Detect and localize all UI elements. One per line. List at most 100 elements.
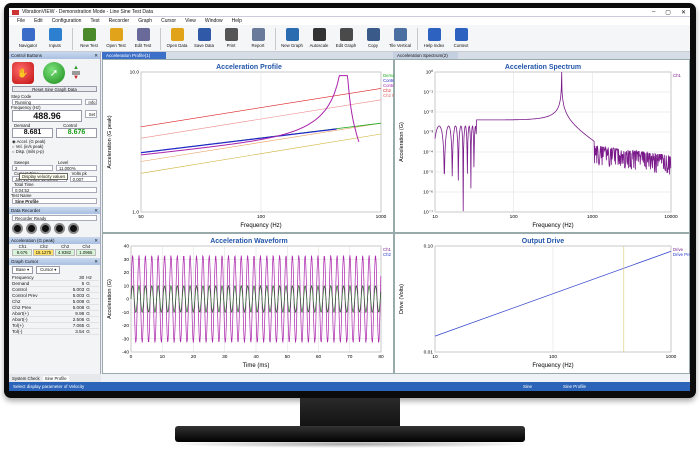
context-button[interactable]: Context <box>448 25 474 51</box>
open-data-button[interactable]: Open Data <box>164 25 190 51</box>
tile-vertical-button[interactable]: Tile Vertical <box>387 25 413 51</box>
print-label: Print <box>226 43 236 48</box>
acceleration-profile-chart[interactable]: Acceleration Profile Frequency (Hz) Accele… <box>103 60 408 234</box>
edit-test-label: Edit Test <box>134 43 152 48</box>
run-button[interactable]: ➚ <box>43 62 65 84</box>
chart-title: Acceleration Waveform <box>210 238 288 245</box>
edit-graph-label: Edit Graph <box>335 43 357 48</box>
velocity-tooltip: Display velocity values <box>19 173 69 180</box>
title-bar: VibrationVIEW - Demonstration Mode - Lin… <box>9 8 690 17</box>
record-button[interactable] <box>12 223 23 234</box>
help-index-button[interactable]: Help Index <box>421 25 447 51</box>
open-data-label: Open Data <box>166 43 188 48</box>
x-tick-label: 10 <box>432 354 438 360</box>
y-tick-label: -30 <box>122 336 129 342</box>
reset-sine-graph-button[interactable]: Reset Sine Graph Data <box>12 86 97 92</box>
menu-view[interactable]: View <box>185 18 196 24</box>
report-button[interactable]: Report <box>245 25 271 51</box>
save-data-button[interactable]: Save Data <box>191 25 217 51</box>
context-label: Context <box>453 43 469 48</box>
x-tick-label: 1000 <box>587 214 598 220</box>
output-drive-chart[interactable]: Output Drive Frequency (Hz) Drive (Volts) 1… <box>395 234 690 375</box>
accel-value: 4.9382 <box>54 249 75 256</box>
base-dropdown[interactable]: Base ▾ <box>12 266 34 274</box>
new-test-button[interactable]: New Test <box>76 25 102 51</box>
toolbar-separator <box>417 28 418 50</box>
tab-acceleration-spectrum[interactable]: Acceleration Spectrum(2) <box>393 52 458 59</box>
menu-graph[interactable]: Graph <box>138 18 152 24</box>
x-tick-label: 50 <box>138 214 144 220</box>
new-graph-button[interactable]: New Graph <box>279 25 305 51</box>
print-button[interactable]: Print <box>218 25 244 51</box>
monitor-stand-base <box>175 426 525 442</box>
menu-test[interactable]: Test <box>90 18 99 24</box>
acceleration-waveform-chart[interactable]: Acceleration Waveform Time (ms) Accelerati… <box>103 234 395 375</box>
x-tick-label: 100 <box>549 354 557 360</box>
menu-configuration[interactable]: Configuration <box>52 18 82 24</box>
stop-button[interactable]: ✋ <box>12 62 34 84</box>
new-test-icon <box>82 28 96 41</box>
copy-label: Copy <box>367 43 379 48</box>
menu-window[interactable]: Window <box>205 18 223 24</box>
open-test-button[interactable]: Open Test <box>103 25 129 51</box>
toolbar-separator <box>72 28 73 50</box>
inputs-button[interactable]: Inputs <box>42 25 68 51</box>
app-logo-icon <box>12 9 19 15</box>
edit-test-button[interactable]: Edit Test <box>130 25 156 51</box>
minimize-button[interactable]: – <box>652 9 655 16</box>
menu-edit[interactable]: Edit <box>34 18 43 24</box>
copy-button[interactable]: Copy <box>360 25 386 51</box>
tab-acceleration-profile[interactable]: Acceleration Profile(1) <box>102 52 166 59</box>
tab-sine-profile[interactable]: Sine Profile <box>42 375 69 381</box>
y-tick-label: 10 <box>124 283 130 289</box>
menu-help[interactable]: Help <box>232 18 242 24</box>
menu-recorder[interactable]: Recorder <box>109 18 130 24</box>
autoscale-button[interactable]: Autoscale <box>306 25 332 51</box>
open-test-icon <box>109 28 123 41</box>
recorder-settings-button[interactable] <box>68 223 79 234</box>
navigator-button[interactable]: Navigator <box>15 25 41 51</box>
close-button[interactable]: ✕ <box>681 9 686 16</box>
level-down-icon[interactable]: ▼ <box>73 75 79 81</box>
inputs-icon <box>48 28 62 41</box>
demand-value: 8.681 <box>12 128 53 138</box>
info-button[interactable]: Info <box>85 99 97 105</box>
displacement-radio[interactable]: ○ Disp. (mils p-p) <box>12 149 97 154</box>
control-value: 8.676 <box>56 128 97 138</box>
status-bar: Select display parameter of Velocity Sin… <box>9 382 690 391</box>
graph-cursor-table: Frequency 30 Hz Demand 5 G Control 5.003 G Contro… <box>11 275 99 335</box>
set-frequency-button[interactable]: Set <box>85 110 97 118</box>
toolbar-separator <box>275 28 276 50</box>
cursor-cell: G <box>85 328 99 335</box>
window-title: VibrationVIEW - Demonstration Mode - Lin… <box>22 9 153 15</box>
y-tick-label: 0 <box>126 297 129 303</box>
cursor-cell: 3.54 <box>60 328 86 335</box>
tab-system-check[interactable]: System Check <box>12 376 40 381</box>
y-axis-label: Acceleration (G peak) <box>107 115 113 168</box>
save-data-label: Save Data <box>193 43 215 48</box>
x-tick-label: 10 <box>160 354 166 360</box>
edit-graph-button[interactable]: Edit Graph <box>333 25 359 51</box>
accel-table-header: Acceleration (G peak) ✕ <box>9 237 100 244</box>
report-icon <box>251 28 265 41</box>
cursor-dropdown[interactable]: Cursor ▾ <box>36 266 61 274</box>
y-tick-label: -40 <box>122 350 129 356</box>
accel-value: 1.0965 <box>75 249 96 256</box>
menu-cursor[interactable]: Cursor <box>161 18 176 24</box>
save-data-icon <box>197 28 211 41</box>
maximize-button[interactable]: ▢ <box>665 9 671 16</box>
monitor-stand-neck <box>300 398 400 428</box>
acceleration-spectrum-chart[interactable]: Acceleration Spectrum Frequency (Hz) Accel… <box>395 60 690 234</box>
record-pause-button[interactable] <box>40 223 51 234</box>
y-axis-label: Acceleration (G) <box>107 279 113 319</box>
tile-vertical-icon <box>393 28 407 41</box>
y-tick-label: 20 <box>124 270 130 276</box>
menu-file[interactable]: File <box>17 18 25 24</box>
stop-record-button[interactable] <box>26 223 37 234</box>
x-axis-label: Time (ms) <box>243 363 270 369</box>
record-once-button[interactable] <box>54 223 65 234</box>
x-tick-label: 70 <box>347 354 353 360</box>
data-recorder-header: Data Recorder ✕ <box>9 207 100 214</box>
left-panel-tabs: System Check Sine Profile <box>9 374 101 382</box>
x-tick-label: 20 <box>191 354 197 360</box>
